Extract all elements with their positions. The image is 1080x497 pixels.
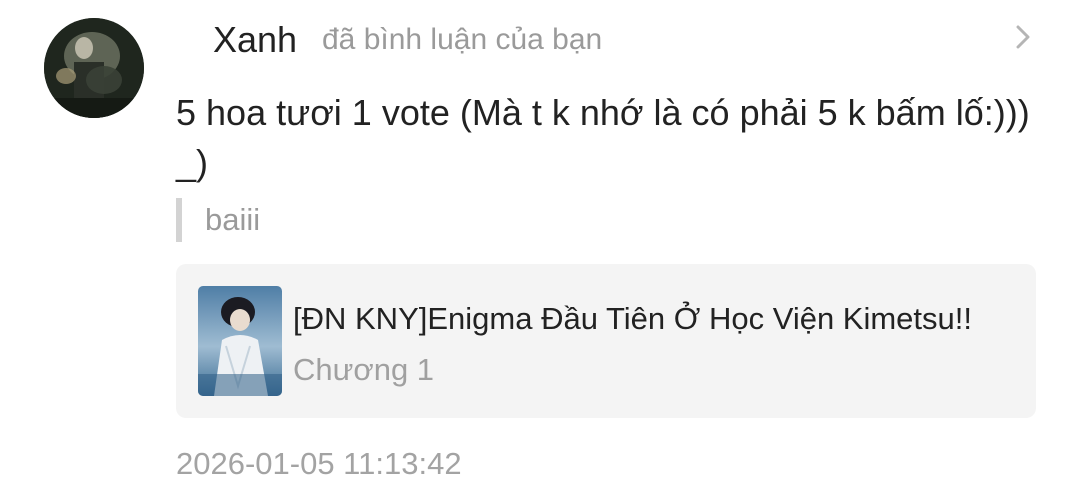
notification-action-text: đã bình luận của bạn [322, 23, 603, 56]
chevron-right-icon[interactable] [1006, 20, 1040, 54]
story-card[interactable]: [ĐN KNY]Enigma Đầu Tiên Ở Học Viện Kimet… [176, 264, 1036, 418]
username[interactable]: Xanh [213, 19, 297, 61]
story-cover-image [198, 286, 282, 396]
quoted-reply-text: baiii [205, 202, 261, 237]
timestamp: 2026-01-05 11:13:42 [176, 446, 462, 481]
user-avatar[interactable] [44, 18, 144, 118]
story-title[interactable]: [ĐN KNY]Enigma Đầu Tiên Ở Học Viện Kimet… [293, 300, 972, 338]
quoted-reply: baiii [176, 198, 260, 242]
story-chapter[interactable]: Chương 1 [293, 351, 434, 389]
comment-text: 5 hoa tươi 1 vote (Mà t k nhớ là có phải… [176, 92, 1030, 183]
